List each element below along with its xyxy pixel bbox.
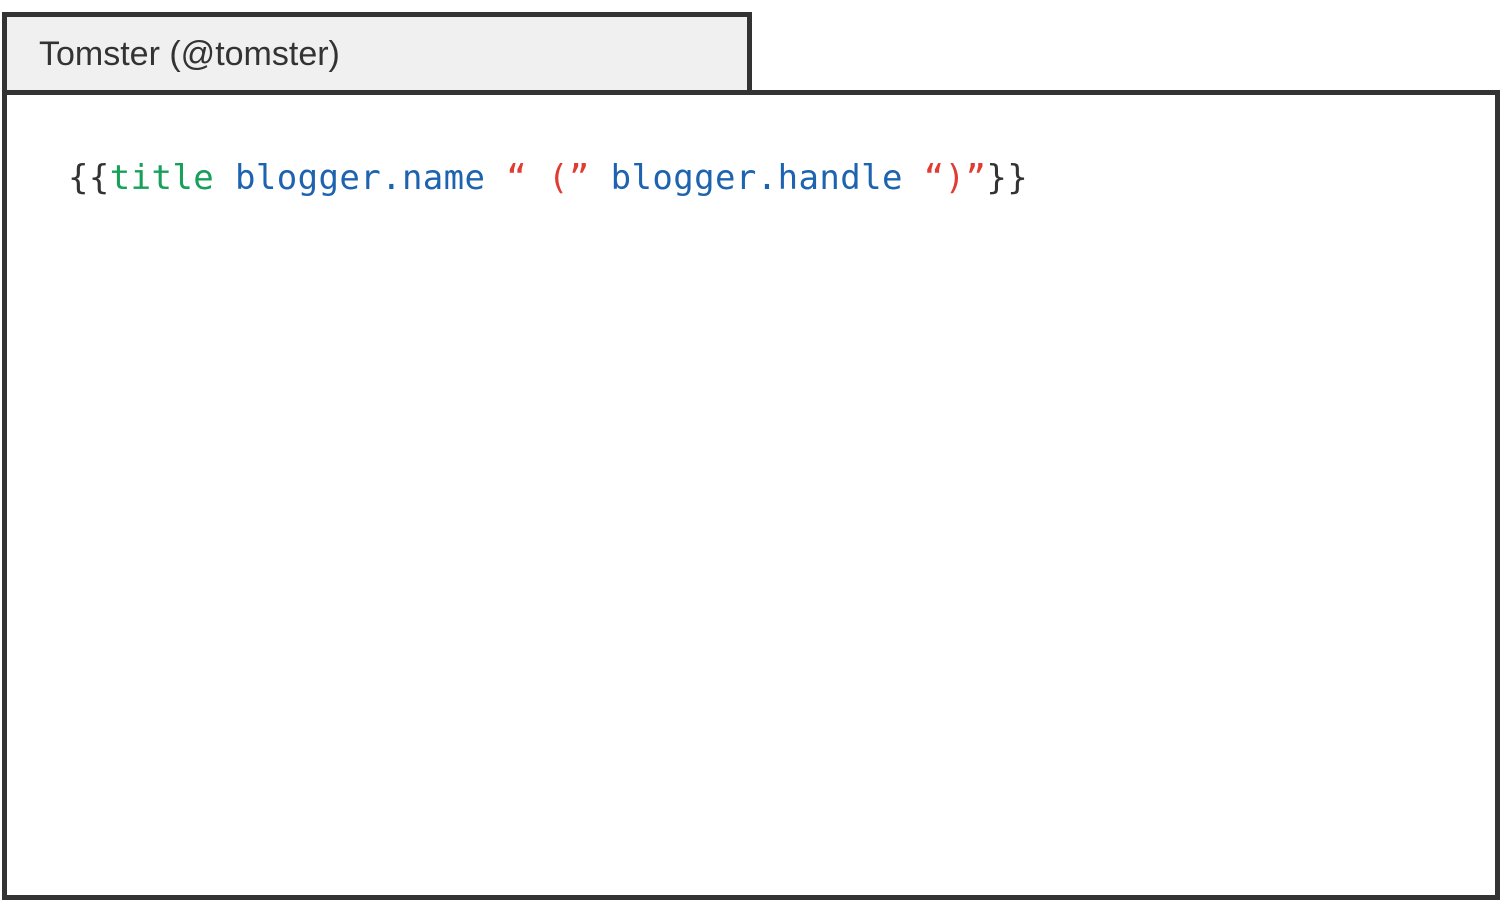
- code-open-braces: {{: [68, 158, 110, 198]
- code-close-braces: }}: [986, 158, 1029, 198]
- output-tab[interactable]: Tomster (@tomster): [2, 12, 752, 96]
- template-code-line: {{title blogger.name “ (” blogger.handle…: [68, 155, 1028, 201]
- code-string-open-paren: “ (”: [506, 158, 590, 198]
- code-path-blogger-handle: blogger.handle: [610, 158, 903, 198]
- code-path-blogger-name: blogger.name: [234, 158, 486, 198]
- code-helper-name: title: [109, 158, 215, 198]
- code-string-close-paren: “)”: [923, 158, 987, 198]
- code-panel: {{title blogger.name “ (” blogger.handle…: [2, 90, 1500, 900]
- output-tab-label: Tomster (@tomster): [39, 35, 340, 73]
- app-frame: Tomster (@tomster) {{title blogger.name …: [0, 0, 1500, 900]
